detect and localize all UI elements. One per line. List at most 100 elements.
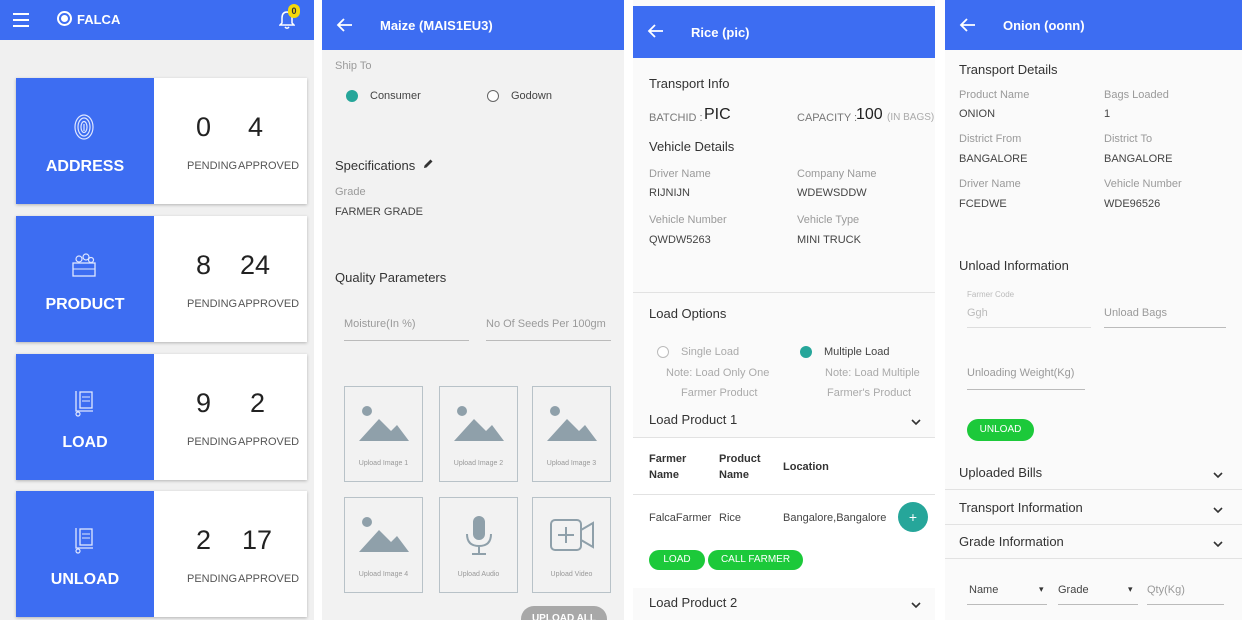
load-options-label: Load Options <box>649 306 727 321</box>
chevron-down-icon[interactable] <box>911 418 921 426</box>
load-product-2-header[interactable]: Load Product 2 <box>649 595 737 610</box>
product-card[interactable]: PRODUCT 8 24 PENDING APPROVED <box>16 216 307 342</box>
load-appbar: Rice (pic) <box>633 6 935 58</box>
address-card[interactable]: ADDRESS 0 4 PENDING APPROVED <box>16 78 307 204</box>
unload-bags-input[interactable]: Unload Bags <box>1104 307 1167 319</box>
qty-input[interactable]: Qty(Kg) <box>1147 584 1185 596</box>
pending-label: PENDING <box>187 298 238 310</box>
farmer-name-cell: FalcaFarmer <box>649 512 712 524</box>
table-divider <box>633 494 935 495</box>
chevron-down-icon[interactable] <box>1213 506 1223 514</box>
unload-card[interactable]: UNLOAD 2 17 PENDING APPROVED <box>16 491 307 617</box>
capacity-unit: (IN BAGS) <box>887 112 935 123</box>
moisture-input[interactable]: Moisture(In %) <box>344 318 416 330</box>
grade-select-underline <box>1058 604 1138 605</box>
card-title: UNLOAD <box>50 571 120 588</box>
upload-audio-tile[interactable]: Upload Audio <box>439 497 518 593</box>
upload-image-4-tile[interactable]: Upload Image 4 <box>344 497 423 593</box>
unload-button[interactable]: UNLOAD <box>967 419 1034 441</box>
driver-name-value: RIJNIJN <box>649 187 690 199</box>
batch-id-value: PIC <box>704 106 731 123</box>
grade-select[interactable]: Grade <box>1058 584 1089 596</box>
company-name-value: WDEWSDDW <box>797 187 867 199</box>
card-title: PRODUCT <box>45 296 125 313</box>
section-divider <box>945 489 1242 490</box>
pending-count: 9 <box>196 388 212 418</box>
single-load-radio[interactable] <box>657 346 669 358</box>
consumer-radio[interactable] <box>346 90 358 102</box>
farmer-code-input[interactable]: Ggh <box>967 307 988 319</box>
transport-details-label: Transport Details <box>959 62 1058 77</box>
product-name-value: ONION <box>959 108 996 120</box>
upload-image-3-tile[interactable]: Upload Image 3 <box>532 386 611 482</box>
load-product-table: Farmer Name Product Name Location FalcaF… <box>633 438 935 588</box>
back-arrow-icon[interactable] <box>336 16 354 34</box>
col-farmer-header: Farmer <box>649 453 687 465</box>
menu-icon[interactable] <box>13 13 29 27</box>
upload-image-2-tile[interactable]: Upload Image 2 <box>439 386 518 482</box>
approved-label: APPROVED <box>238 436 300 448</box>
seeds-input[interactable]: No Of Seeds Per 100gm <box>486 318 606 330</box>
add-farmer-button[interactable]: + <box>898 502 928 532</box>
approved-count: 4 <box>248 112 264 142</box>
col-location-header: Location <box>783 461 829 473</box>
unload-screen: Onion (oonn) Transport Details Product N… <box>945 0 1242 620</box>
hand-truck-icon <box>75 391 93 417</box>
section-divider <box>945 524 1242 525</box>
call-farmer-button[interactable]: CALL FARMER <box>708 550 803 570</box>
upload-caption: Upload Image 2 <box>453 460 504 467</box>
capacity-value: 100 <box>856 106 883 123</box>
video-add-icon <box>550 519 594 551</box>
dropdown-arrow-icon[interactable]: ▾ <box>1039 584 1044 595</box>
back-arrow-icon[interactable] <box>959 16 977 34</box>
farmer-code-label: Farmer Code <box>967 290 1015 299</box>
uploaded-bills-header[interactable]: Uploaded Bills <box>959 465 1042 480</box>
product-screen: Maize (MAIS1EU3) Ship To Consumer Godown… <box>322 0 624 620</box>
chevron-down-icon[interactable] <box>1213 471 1223 479</box>
col-farmer-header: Name <box>649 469 679 481</box>
unload-information-label: Unload Information <box>959 258 1069 273</box>
back-arrow-icon[interactable] <box>647 22 665 40</box>
name-select-underline <box>967 604 1047 605</box>
chevron-down-icon[interactable] <box>1213 540 1223 548</box>
unloading-weight-underline <box>967 389 1085 390</box>
upload-video-tile[interactable]: Upload Video <box>532 497 611 593</box>
pencil-icon[interactable] <box>422 158 434 170</box>
district-from-label: District From <box>959 133 1022 145</box>
pending-count: 2 <box>196 525 212 555</box>
dropdown-arrow-icon[interactable]: ▾ <box>1128 584 1133 595</box>
grade-label: Grade <box>335 186 366 198</box>
multiple-load-radio[interactable] <box>800 346 812 358</box>
godown-radio[interactable] <box>487 90 499 102</box>
load-product-1-header[interactable]: Load Product 1 <box>649 412 737 427</box>
load-screen: Rice (pic) Transport Info BATCHID : PIC … <box>633 0 935 620</box>
transport-information-header[interactable]: Transport Information <box>959 500 1083 515</box>
unloading-weight-input[interactable]: Unloading Weight(Kg) <box>967 367 1074 379</box>
pending-label: PENDING <box>187 573 238 585</box>
unload-appbar: Onion (oonn) <box>945 0 1242 50</box>
falca-logo-icon <box>57 11 72 26</box>
brand-name: FALCA <box>77 12 121 27</box>
grade-information-header[interactable]: Grade Information <box>959 534 1064 549</box>
ship-to-label: Ship To <box>335 60 372 72</box>
vehicle-details-label: Vehicle Details <box>649 139 735 154</box>
hand-truck-icon <box>75 528 93 554</box>
driver-name-label: Driver Name <box>959 178 1021 190</box>
approved-label: APPROVED <box>238 298 300 310</box>
company-name-label: Company Name <box>797 168 877 180</box>
upload-caption: Upload Video <box>550 571 593 578</box>
unload-card-banner: UNLOAD <box>16 491 154 617</box>
notification-badge: 0 <box>288 4 300 18</box>
load-button[interactable]: LOAD <box>649 550 705 570</box>
product-card-banner: PRODUCT <box>16 216 154 342</box>
load-card[interactable]: LOAD 9 2 PENDING APPROVED <box>16 354 307 480</box>
upload-all-button[interactable]: UPLOAD ALL <box>521 606 607 620</box>
consumer-label: Consumer <box>370 90 421 102</box>
upload-image-1-tile[interactable]: Upload Image 1 <box>344 386 423 482</box>
vehicle-type-value: MINI TRUCK <box>797 234 861 246</box>
district-to-value: BANGALORE <box>1104 153 1173 165</box>
location-cell: Bangalore,Bangalore <box>783 512 887 524</box>
grade-value: FARMER GRADE <box>335 206 424 218</box>
name-select[interactable]: Name <box>969 584 998 596</box>
chevron-down-icon[interactable] <box>911 601 921 609</box>
